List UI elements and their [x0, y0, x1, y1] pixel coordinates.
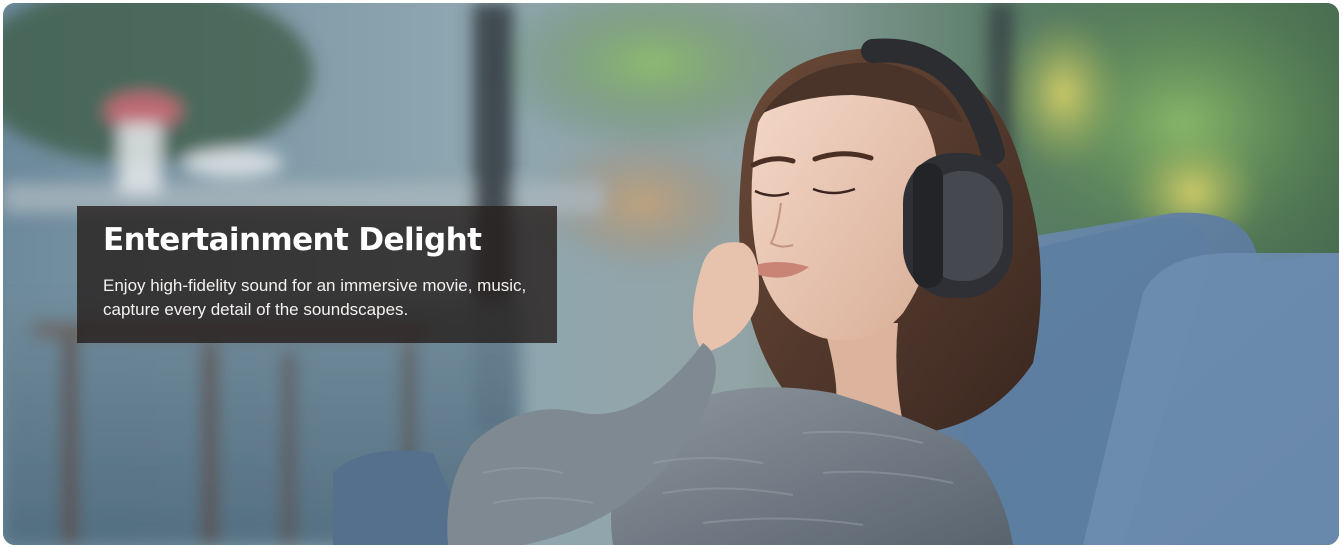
caption-overlay: Entertainment Delight Enjoy high-fidelit…: [77, 206, 557, 343]
banner-title: Entertainment Delight: [103, 222, 482, 258]
banner-description: Enjoy high-fidelity sound for an immersi…: [103, 276, 527, 319]
hero-banner: Entertainment Delight Enjoy high-fidelit…: [3, 3, 1339, 545]
